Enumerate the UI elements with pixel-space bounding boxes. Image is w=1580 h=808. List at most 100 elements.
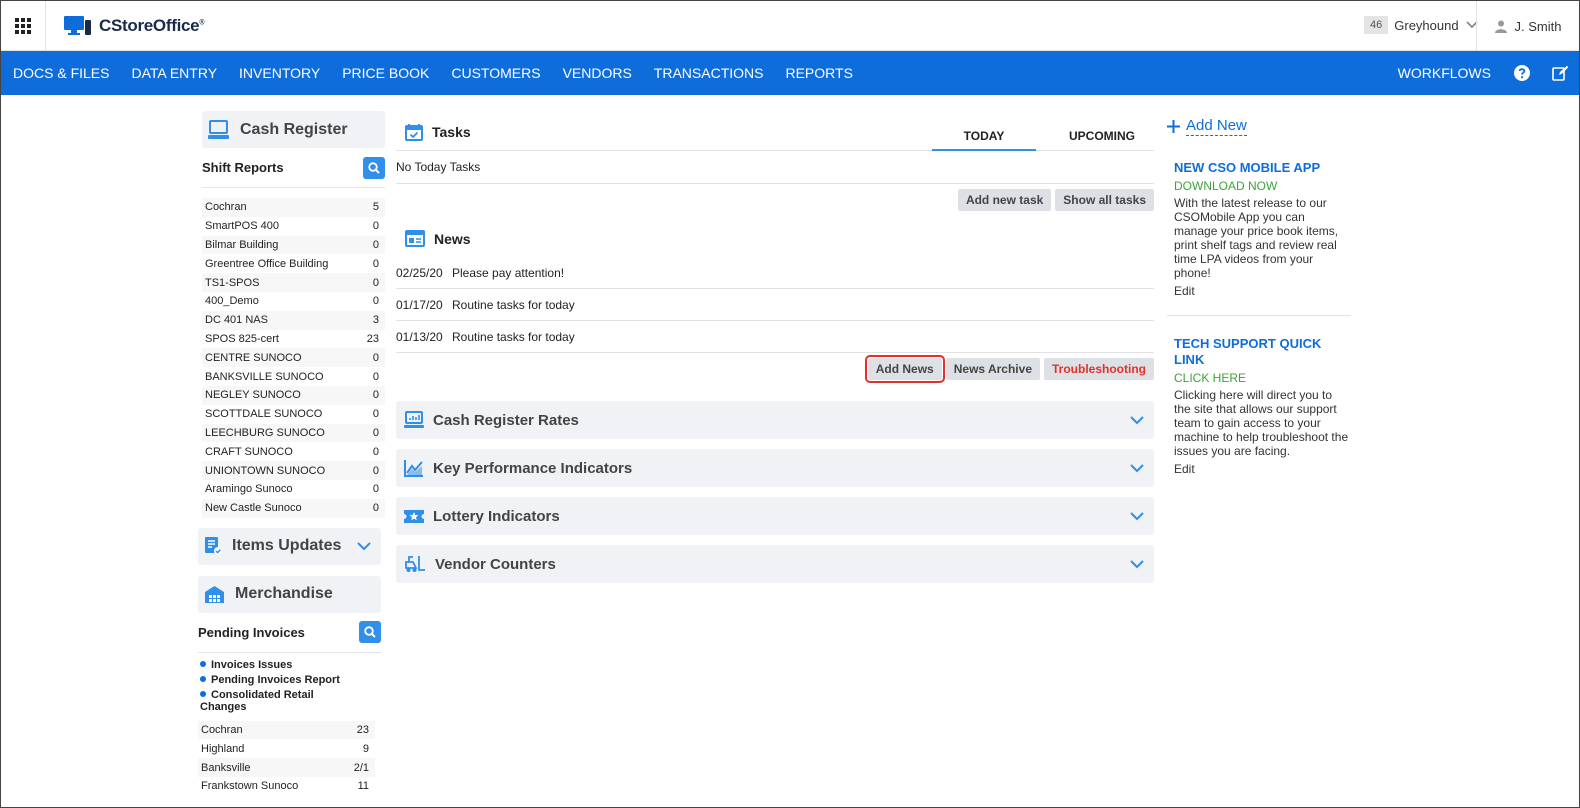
tasks-actions: Add new task Show all tasks bbox=[396, 184, 1154, 216]
list-item[interactable]: NEGLEY SUNOCO 0 bbox=[202, 385, 385, 405]
chart-register-icon bbox=[404, 411, 424, 428]
plus-icon bbox=[1167, 120, 1180, 133]
add-new-link[interactable]: Add New bbox=[1167, 117, 1351, 136]
list-item[interactable]: CRAFT SUNOCO 0 bbox=[202, 442, 385, 461]
items-updates-header[interactable]: Items Updates bbox=[198, 527, 381, 565]
click-here-link[interactable]: CLICK HERE bbox=[1174, 371, 1351, 385]
store-selector[interactable]: 46 Greyhound bbox=[1364, 16, 1478, 34]
news-actions: Add News News Archive Troubleshooting bbox=[396, 353, 1154, 385]
list-item[interactable]: SCOTTDALE SUNOCO 0 bbox=[202, 405, 385, 424]
nav-inventory[interactable]: INVENTORY bbox=[239, 65, 320, 81]
list-item[interactable]: BANKSVILLE SUNOCO 0 bbox=[202, 367, 385, 386]
tasks-empty-text: No Today Tasks bbox=[396, 151, 1154, 184]
list-item[interactable]: Cochran 5 bbox=[202, 198, 385, 217]
download-now-link[interactable]: DOWNLOAD NOW bbox=[1174, 179, 1351, 193]
chevron-down-icon bbox=[1130, 559, 1144, 568]
ticket-star-icon bbox=[404, 509, 424, 523]
cash-register-rates-accordion[interactable]: Cash Register Rates bbox=[396, 401, 1154, 439]
edit-button[interactable] bbox=[1541, 51, 1579, 95]
user-menu[interactable]: J. Smith bbox=[1476, 1, 1579, 51]
tab-today[interactable]: TODAY bbox=[932, 123, 1036, 151]
nav-docs-files[interactable]: DOCS & FILES bbox=[13, 65, 109, 81]
nav-workflows[interactable]: WORKFLOWS bbox=[1398, 65, 1491, 81]
list-item[interactable]: CENTRE SUNOCO 0 bbox=[202, 348, 385, 368]
nav-transactions[interactable]: TRANSACTIONS bbox=[654, 65, 764, 81]
pending-invoices-report-link[interactable]: Pending Invoices Report bbox=[198, 674, 385, 686]
bullet-dot-icon bbox=[200, 660, 206, 667]
list-item[interactable]: Bilmar Building 0 bbox=[202, 235, 385, 255]
merchandise-header[interactable]: Merchandise bbox=[198, 575, 381, 613]
card-body: With the latest release to our CSOMobile… bbox=[1174, 196, 1339, 280]
store-name: Greyhound bbox=[1394, 17, 1459, 33]
list-item[interactable]: Highland 9 bbox=[198, 739, 375, 758]
nav-customers[interactable]: CUSTOMERS bbox=[451, 65, 540, 81]
card-edit-link[interactable]: Edit bbox=[1174, 284, 1351, 298]
consolidated-retail-changes-link[interactable]: Consolidated Retail Changes bbox=[198, 689, 328, 713]
add-news-button[interactable]: Add News bbox=[864, 355, 945, 383]
invoices-issues-link[interactable]: Invoices Issues bbox=[198, 659, 385, 671]
chevron-down-icon bbox=[357, 541, 371, 550]
list-item[interactable]: TS1-SPOS 0 bbox=[202, 273, 385, 292]
shift-reports-list: Cochran 5 SmartPOS 400 0 Bilmar Building 0 … bbox=[202, 198, 385, 518]
app-frame: CStoreOffice® 46 Greyhound J. Smith DOCS… bbox=[0, 0, 1580, 808]
show-all-tasks-button[interactable]: Show all tasks bbox=[1055, 189, 1154, 211]
kpi-accordion[interactable]: Key Performance Indicators bbox=[396, 449, 1154, 487]
news-item[interactable]: 01/17/20 Routine tasks for today bbox=[396, 289, 1154, 321]
cash-register-header[interactable]: Cash Register bbox=[202, 111, 385, 148]
accordion-title: Cash Register Rates bbox=[433, 411, 579, 429]
list-item[interactable]: 400_Demo 0 bbox=[202, 292, 385, 311]
list-item[interactable]: Banksville 2/1 bbox=[198, 758, 375, 777]
news-date: 01/17/20 bbox=[396, 297, 443, 312]
news-date: 02/25/20 bbox=[396, 265, 443, 280]
list-item[interactable]: Frankstown Sunoco 11 bbox=[198, 777, 375, 796]
help-button[interactable] bbox=[1503, 51, 1541, 95]
card-edit-link[interactable]: Edit bbox=[1174, 462, 1351, 476]
list-item[interactable]: Greentree Office Building 0 bbox=[202, 254, 385, 273]
accordion-title: Lottery Indicators bbox=[433, 507, 560, 525]
accordion-title: Key Performance Indicators bbox=[433, 459, 633, 477]
list-item[interactable]: Aramingo Sunoco 0 bbox=[202, 480, 385, 499]
card-title: NEW CSO MOBILE APP bbox=[1174, 160, 1321, 175]
card-body: Clicking here will direct you to the sit… bbox=[1174, 388, 1349, 458]
cash-register-icon bbox=[208, 119, 229, 139]
list-item[interactable]: New Castle Sunoco 0 bbox=[202, 498, 385, 518]
chevron-down-icon bbox=[1130, 415, 1144, 424]
add-new-task-button[interactable]: Add new task bbox=[957, 189, 1052, 211]
apps-menu-button[interactable] bbox=[1, 1, 46, 51]
nav-vendors[interactable]: VENDORS bbox=[563, 65, 632, 81]
tasks-tabs: TODAY UPCOMING bbox=[932, 123, 1154, 151]
user-name: J. Smith bbox=[1514, 18, 1562, 34]
list-item[interactable]: SPOS 825-cert 23 bbox=[202, 330, 385, 349]
shift-reports-label: Shift Reports bbox=[202, 160, 284, 175]
bullet-dot-icon bbox=[200, 690, 206, 697]
news-archive-button[interactable]: News Archive bbox=[945, 358, 1040, 380]
tasks-section: Tasks TODAY UPCOMING No Today Tasks Add … bbox=[396, 113, 1154, 216]
items-updates-title: Items Updates bbox=[232, 537, 342, 555]
warehouse-icon bbox=[205, 585, 224, 603]
nav-price-book[interactable]: PRICE BOOK bbox=[342, 65, 429, 81]
troubleshooting-button[interactable]: Troubleshooting bbox=[1044, 358, 1154, 380]
invoice-links: Invoices Issues Pending Invoices Report … bbox=[198, 659, 385, 713]
list-item[interactable]: Cochran 23 bbox=[198, 720, 375, 740]
tab-upcoming[interactable]: UPCOMING bbox=[1050, 123, 1154, 151]
vendor-counters-accordion[interactable]: Vendor Counters bbox=[396, 545, 1154, 583]
nav-reports[interactable]: REPORTS bbox=[785, 65, 852, 81]
right-column: Add New NEW CSO MOBILE APP DOWNLOAD NOW … bbox=[1167, 117, 1351, 476]
nav-data-entry[interactable]: DATA ENTRY bbox=[131, 65, 217, 81]
list-item[interactable]: LEECHBURG SUNOCO 0 bbox=[202, 423, 385, 443]
list-item[interactable]: SmartPOS 400 0 bbox=[202, 217, 385, 236]
lottery-indicators-accordion[interactable]: Lottery Indicators bbox=[396, 497, 1154, 535]
list-item[interactable]: UNIONTOWN SUNOCO 0 bbox=[202, 461, 385, 480]
monitor-logo-icon bbox=[64, 16, 91, 35]
main-column: Tasks TODAY UPCOMING No Today Tasks Add … bbox=[396, 113, 1154, 583]
pending-invoices-search-button[interactable] bbox=[359, 621, 381, 644]
shift-reports-search-button[interactable] bbox=[363, 156, 385, 179]
calendar-check-icon bbox=[405, 123, 423, 141]
logo[interactable]: CStoreOffice® bbox=[63, 15, 204, 37]
news-item[interactable]: 01/13/20 Routine tasks for today bbox=[396, 321, 1154, 353]
list-item[interactable]: DC 401 NAS 3 bbox=[202, 310, 385, 330]
chevron-down-icon bbox=[1130, 463, 1144, 472]
search-icon bbox=[368, 161, 380, 174]
news-item[interactable]: 02/25/20 Please pay attention! bbox=[396, 257, 1154, 289]
chevron-down-icon bbox=[1130, 511, 1144, 520]
